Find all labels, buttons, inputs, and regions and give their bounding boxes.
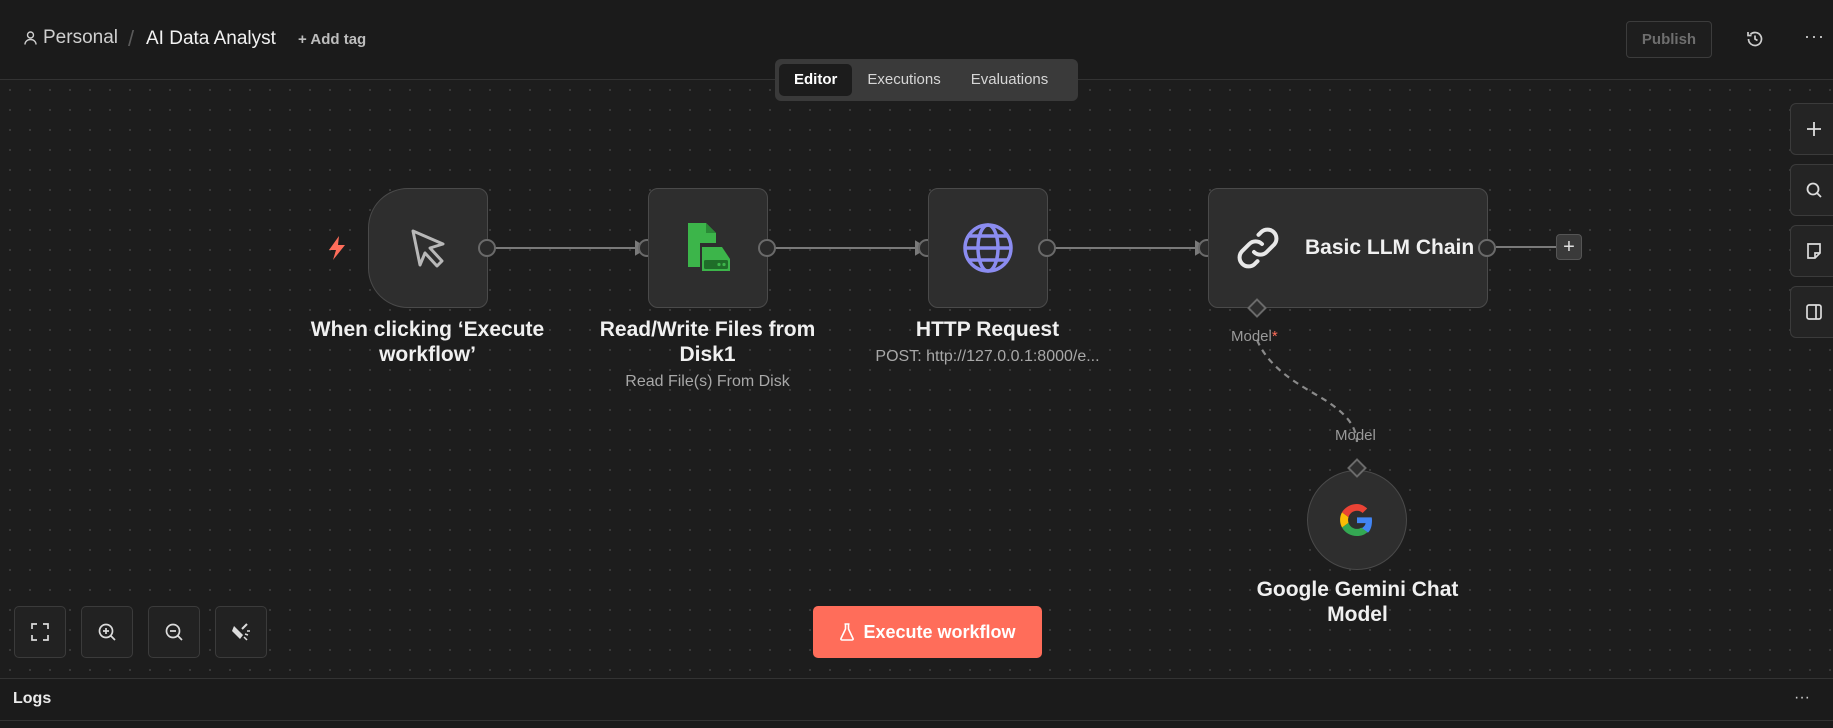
- node-basic-llm-chain[interactable]: Basic LLM Chain: [1208, 188, 1488, 308]
- search-nodes-button[interactable]: [1790, 164, 1833, 216]
- model-port-label: Model: [1335, 427, 1376, 444]
- workflow-title[interactable]: AI Data Analyst: [146, 28, 276, 50]
- node-title: HTTP Request: [915, 318, 1060, 341]
- workflow-canvas[interactable]: When clicking ‘Execute workflow’ Read/Wr…: [0, 80, 1833, 678]
- flask-icon: [840, 623, 855, 641]
- node-title: Read/Write Files from Disk1: [599, 318, 816, 366]
- add-node-button[interactable]: +: [1556, 234, 1582, 260]
- fit-view-button[interactable]: [14, 606, 66, 658]
- connections-layer: [495, 240, 1556, 443]
- logs-more-button[interactable]: ···: [1794, 689, 1810, 707]
- link-chain-icon: [1237, 227, 1279, 269]
- node-google-gemini-chat-model[interactable]: [1307, 470, 1407, 570]
- file-disk-icon: [688, 223, 730, 271]
- execute-workflow-label: Execute workflow: [863, 621, 1016, 642]
- trigger-bolt-icon: [327, 236, 347, 265]
- add-tag-button[interactable]: + Add tag: [298, 31, 366, 48]
- user-icon: [24, 31, 37, 45]
- output-handle[interactable]: [758, 239, 776, 257]
- model-port-label: Model*: [1231, 328, 1278, 345]
- required-marker: *: [1271, 328, 1278, 345]
- output-handle[interactable]: [1038, 239, 1056, 257]
- node-manual-trigger[interactable]: [368, 188, 488, 308]
- output-handle[interactable]: [478, 239, 496, 257]
- publish-button[interactable]: Publish: [1626, 21, 1712, 58]
- zoom-out-button[interactable]: [148, 606, 200, 658]
- execute-workflow-button[interactable]: Execute workflow: [813, 606, 1042, 658]
- output-handle[interactable]: [1478, 239, 1496, 257]
- node-subtitle: Read File(s) From Disk: [625, 373, 790, 390]
- zoom-out-icon: [165, 623, 183, 641]
- google-icon: [1340, 504, 1372, 536]
- more-options-button[interactable]: ···: [1804, 26, 1825, 47]
- tidy-up-button[interactable]: [215, 606, 267, 658]
- tidy-up-icon: [232, 623, 250, 641]
- logs-panel[interactable]: Logs ···: [0, 678, 1833, 728]
- zoom-in-button[interactable]: [81, 606, 133, 658]
- fit-view-icon: [31, 623, 49, 641]
- node-subtitle: POST: http://127.0.0.1:8000/e...: [875, 348, 1100, 365]
- history-button[interactable]: [1742, 26, 1768, 52]
- history-icon: [1747, 31, 1763, 47]
- node-read-write-files[interactable]: [648, 188, 768, 308]
- sticky-note-icon: [1807, 243, 1821, 259]
- node-http-request[interactable]: [928, 188, 1048, 308]
- node-title: Google Gemini Chat Model: [1256, 578, 1459, 626]
- cursor-icon: [411, 229, 445, 268]
- tab-executions[interactable]: Executions: [852, 64, 955, 96]
- breadcrumb-workspace[interactable]: Personal: [24, 27, 118, 49]
- logs-title: Logs: [13, 690, 52, 707]
- add-sticky-note-button[interactable]: [1790, 225, 1833, 277]
- logs-divider: [0, 720, 1833, 721]
- view-tabs: Editor Executions Evaluations: [775, 59, 1078, 101]
- node-title: When clicking ‘Execute workflow’: [310, 318, 545, 366]
- search-icon: [1806, 182, 1822, 198]
- node-title: Basic LLM Chain: [1305, 236, 1475, 259]
- tab-editor[interactable]: Editor: [779, 64, 853, 96]
- panel-icon: [1806, 304, 1822, 320]
- model-port-text: Model: [1231, 328, 1272, 345]
- toggle-panel-button[interactable]: [1790, 286, 1833, 338]
- breadcrumb-separator: /: [128, 26, 135, 51]
- zoom-in-icon: [98, 623, 116, 641]
- workspace-label: Personal: [43, 27, 118, 48]
- globe-icon: [963, 223, 1013, 273]
- add-node-side-button[interactable]: [1790, 103, 1833, 155]
- plus-icon: [1807, 122, 1821, 136]
- tab-evaluations[interactable]: Evaluations: [956, 64, 1064, 96]
